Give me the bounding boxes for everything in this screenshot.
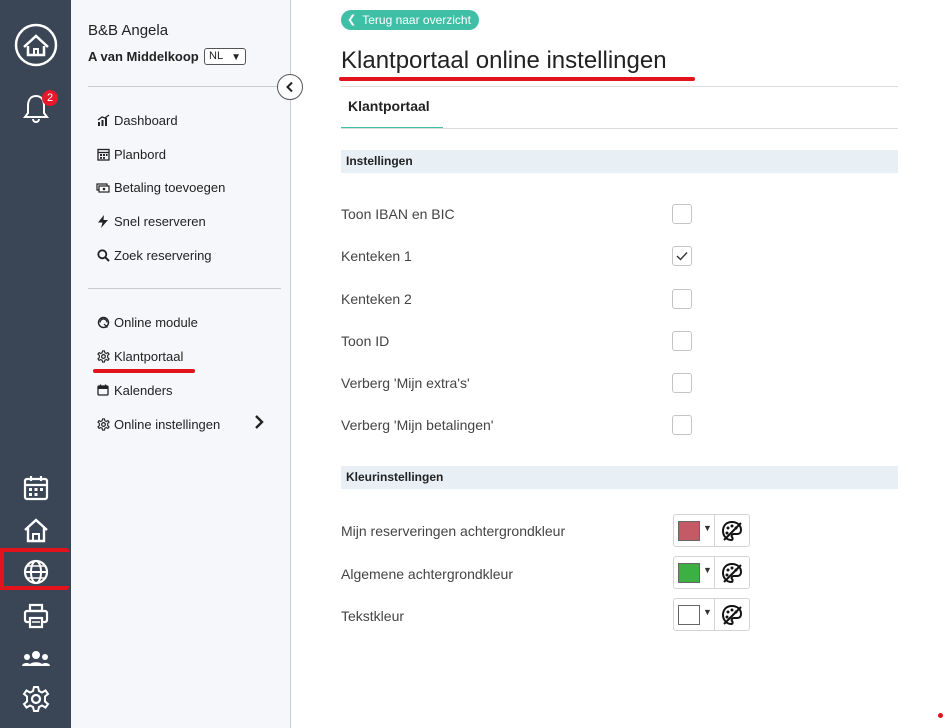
search-icon [96,248,110,262]
sidebar-item-label: Klantportaal [114,348,184,364]
setting-label: Toon IBAN en BIC [341,206,455,222]
sidebar-divider [88,288,281,289]
color-swatch [678,521,700,541]
sidebar-item-label: Zoek reservering [114,247,212,263]
sidebar-item-kalenders[interactable]: Kalenders [96,380,173,400]
calendar-icon[interactable] [14,468,58,508]
sidebar-item-label: Snel reserveren [114,213,206,229]
tab-klantportaal[interactable]: Klantportaal [341,86,443,129]
klantportaal-highlight [93,369,195,373]
icon-rail: 2 [0,0,71,728]
caret-down-icon: ▼ [703,523,712,533]
setting-label: Verberg 'Mijn betalingen' [341,417,494,433]
color-label: Mijn reserveringen achtergrondkleur [341,523,566,539]
tab-bottom-divider [341,128,898,129]
color-swatch [678,605,700,625]
page-title: Klantportaal online instellingen [341,47,667,74]
notification-badge: 2 [42,90,58,106]
palette-icon [721,604,743,625]
sidebar-item-label: Planbord [114,146,167,162]
setting-label: Kenteken 2 [341,291,412,307]
back-button-label: Terug naar overzicht [362,13,471,27]
chevron-right-icon[interactable] [254,414,264,435]
title-highlight [339,77,695,81]
palette-button[interactable] [715,514,750,547]
bolt-icon [96,214,110,228]
online-module-icon [96,315,110,329]
main-content: ❮ Terug naar overzicht Klantportaal onli… [291,0,945,728]
palette-icon [721,562,743,583]
gear-icon [96,417,110,431]
sidebar-item-label: Online module [114,314,198,330]
tekstkleur-color-select[interactable]: ▼ [673,598,715,631]
sidebar-item-online-module[interactable]: Online module [96,312,198,332]
verberg-mijn-extras-checkbox[interactable] [672,373,692,393]
kenteken-1-checkbox[interactable] [672,246,692,266]
sidebar-item-zoek-reservering[interactable]: Zoek reservering [96,245,212,265]
collapse-sidebar-button[interactable] [277,74,303,100]
gear-icon[interactable] [14,679,58,719]
toon-iban-checkbox[interactable] [672,204,692,224]
chart-icon [96,113,110,127]
money-icon [96,180,110,194]
globe-icon[interactable] [14,552,58,592]
sidebar-divider [88,86,281,87]
user-name: A van Middelkoop [88,49,199,64]
sidebar-item-label: Dashboard [114,112,178,128]
users-icon[interactable] [14,638,58,678]
caret-down-icon: ▼ [703,607,712,617]
sidebar-item-planbord[interactable]: Planbord [96,144,166,164]
sidebar-item-online-instellingen[interactable]: Online instellingen [96,414,220,434]
setting-label: Verberg 'Mijn extra's' [341,375,470,391]
checkmark-icon [676,252,688,261]
section-header-kleurinstellingen: Kleurinstellingen [341,466,898,489]
calendar-icon [96,383,110,397]
color-label: Tekstkleur [341,608,405,624]
annotation-dot [938,713,943,718]
back-to-overview-button[interactable]: ❮ Terug naar overzicht [341,10,479,30]
calendar-grid-icon [96,147,110,161]
palette-button[interactable] [715,556,750,589]
setting-label: Kenteken 1 [341,248,412,264]
setting-label: Toon ID [341,333,390,349]
sidebar-item-snel-reserveren[interactable]: Snel reserveren [96,211,206,231]
home-logo-icon[interactable] [14,23,58,67]
chevron-down-icon: ▼ [231,52,241,63]
sidebar-item-betaling-toevoegen[interactable]: Betaling toevoegen [96,177,225,197]
house-icon[interactable] [14,510,58,550]
section-header-instellingen: Instellingen [341,150,898,173]
language-value: NL [209,50,224,62]
color-label: Algemene achtergrondkleur [341,566,513,582]
caret-down-icon: ▼ [703,565,712,575]
sidebar-item-dashboard[interactable]: Dashboard [96,110,178,130]
gear-icon [96,349,110,363]
verberg-mijn-betalingen-checkbox[interactable] [672,415,692,435]
chevron-left-icon: ❮ [347,14,357,26]
sidebar-item-label: Kalenders [114,382,173,398]
language-select[interactable]: NL ▼ [204,48,246,65]
algemene-color-select[interactable]: ▼ [673,556,715,589]
kenteken-2-checkbox[interactable] [672,289,692,309]
property-name: B&B Angela [88,22,169,39]
sidebar-item-label: Betaling toevoegen [114,179,226,195]
toon-id-checkbox[interactable] [672,331,692,351]
sidebar: B&B Angela A van Middelkoop NL ▼ Dashboa… [71,0,291,728]
reserveringen-color-select[interactable]: ▼ [673,514,715,547]
color-swatch [678,563,700,583]
bell-icon[interactable]: 2 [14,88,58,128]
palette-button[interactable] [715,598,750,631]
sidebar-item-klantportaal[interactable]: Klantportaal [96,346,183,366]
printer-icon[interactable] [14,596,58,636]
chevron-left-icon [286,81,293,93]
palette-icon [721,520,743,541]
sidebar-item-label: Online instellingen [114,416,221,432]
